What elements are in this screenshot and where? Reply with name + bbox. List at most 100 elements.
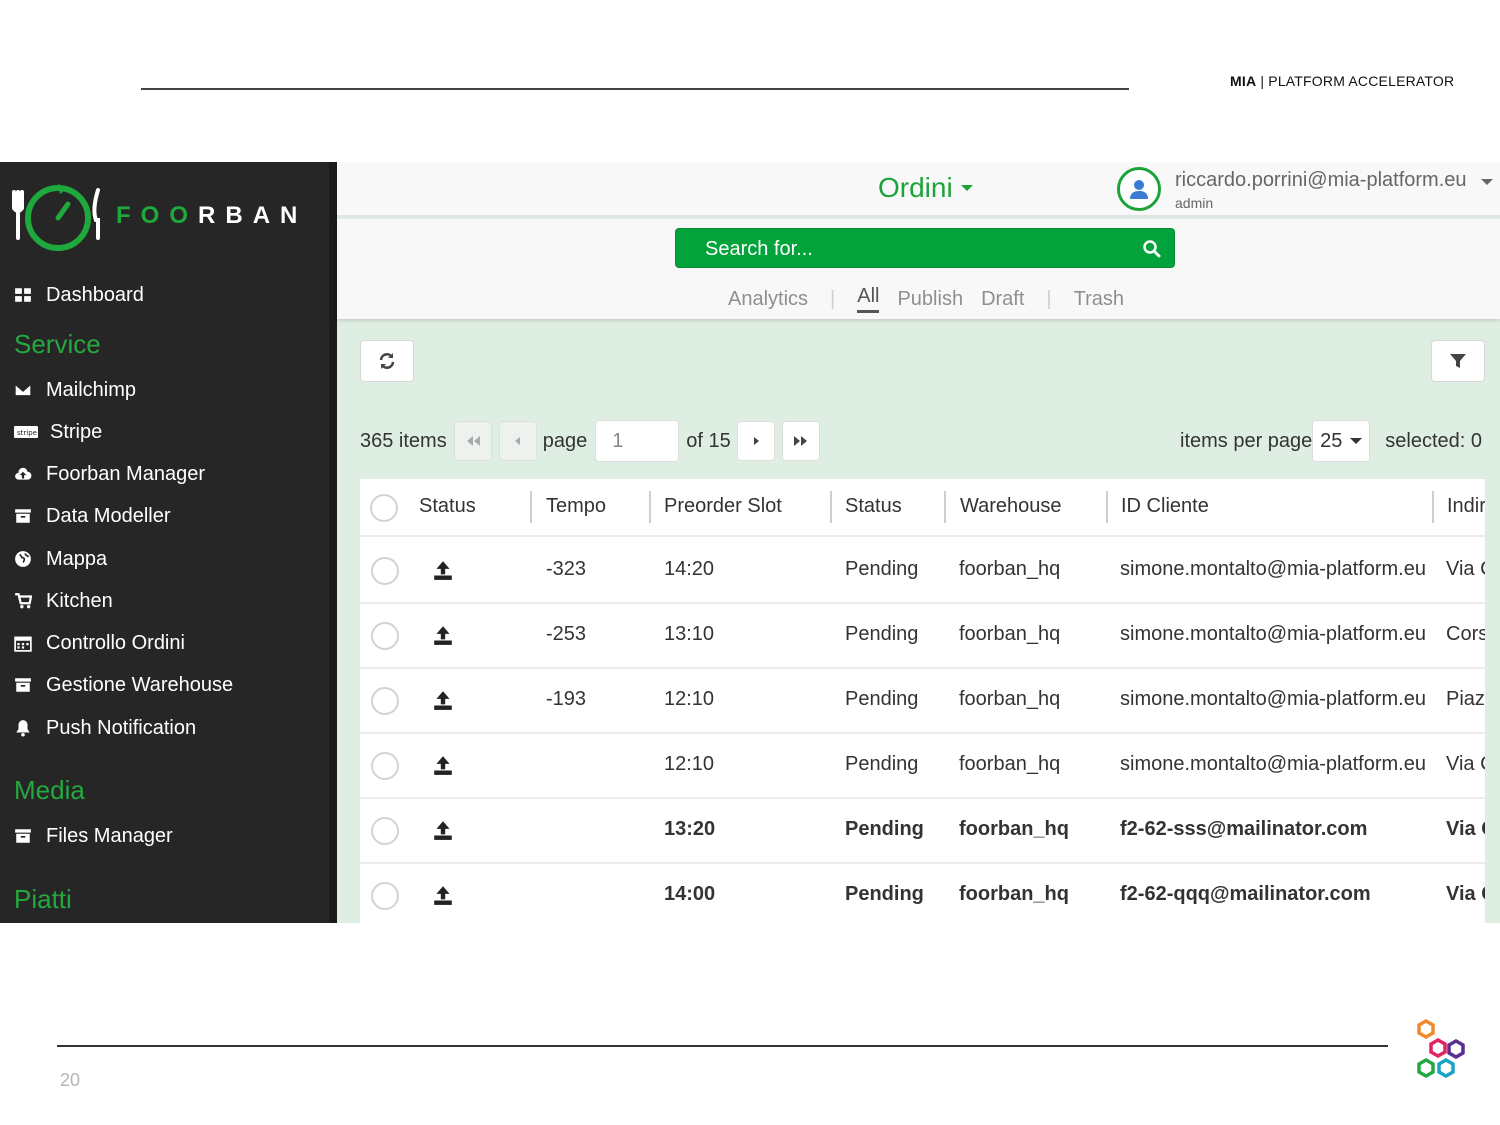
upload-icon[interactable] (432, 559, 454, 581)
refresh-button[interactable] (360, 340, 414, 382)
table-header: Status Tempo Preorder Slot Status Wareho… (360, 479, 1485, 537)
calendar-icon (0, 634, 46, 652)
user-menu-chevron-icon[interactable] (1481, 179, 1493, 185)
next-page-button[interactable] (736, 421, 775, 461)
envelope-icon (0, 381, 46, 399)
cart-icon (0, 592, 46, 610)
column-header[interactable]: Warehouse (960, 495, 1062, 518)
cell-indirizzo: Piaz (1446, 688, 1485, 710)
brand-header: MIA | PLATFORM ACCELERATOR (1230, 73, 1455, 89)
column-resizer[interactable] (1432, 491, 1434, 523)
sidebar-item-controllo-ordini[interactable]: Controllo Ordini (0, 623, 337, 663)
column-header[interactable]: ID Cliente (1121, 495, 1209, 518)
sidebar-scrollbar[interactable] (329, 162, 337, 923)
column-resizer[interactable] (944, 491, 946, 523)
table-row[interactable]: 13:20 Pending foorban_hq f2-62-sss@mailinat… (360, 799, 1485, 864)
search-bar-area: Search for... Analytics | All Publish Dr… (337, 219, 1500, 319)
column-resizer[interactable] (649, 491, 651, 523)
items-count: 365 items (360, 429, 447, 452)
double-chevron-left-icon (466, 436, 480, 446)
search-input[interactable]: Search for... (675, 228, 1175, 268)
cell-indirizzo: Cors (1446, 623, 1485, 645)
tab-trash[interactable]: Trash (1074, 288, 1124, 311)
first-page-button[interactable] (453, 421, 492, 461)
row-select-radio[interactable] (371, 817, 399, 845)
column-resizer[interactable] (830, 491, 832, 523)
table-row[interactable]: -323 14:20 Pending foorban_hq simone.montalt… (360, 539, 1485, 604)
user-email[interactable]: riccardo.porrini@mia-platform.eu (1175, 169, 1467, 192)
cell-status: Pending (845, 558, 919, 580)
sidebar-item-data-modeller[interactable]: Data Modeller (0, 496, 337, 536)
column-resizer[interactable] (1106, 491, 1108, 523)
section-service: Service (14, 329, 101, 359)
search-icon[interactable] (1142, 239, 1162, 259)
sidebar-item-foorban-manager[interactable]: Foorban Manager (0, 454, 337, 494)
table-row[interactable]: -193 12:10 Pending foorban_hq simone.montalt… (360, 669, 1485, 734)
cell-cliente: simone.montalto@mia-platform.eu (1120, 688, 1426, 710)
page-title-dropdown[interactable]: Ordini (878, 172, 973, 204)
sidebar-item-label: Controllo Ordini (46, 631, 185, 654)
page-total: of 15 (686, 429, 731, 452)
upload-icon[interactable] (432, 884, 454, 906)
cell-warehouse: foorban_hq (959, 558, 1061, 580)
column-header[interactable]: Preorder Slot (664, 495, 782, 518)
stripe-icon: stripe (0, 423, 46, 441)
tab-draft[interactable]: Draft (981, 288, 1024, 311)
upload-icon[interactable] (432, 624, 454, 646)
sidebar-item-push-notification[interactable]: Push Notification (0, 708, 337, 748)
cell-cliente: f2-62-qqq@mailinator.com (1120, 883, 1371, 905)
cell-status: Pending (845, 818, 924, 840)
table-row[interactable]: 12:10 Pending foorban_hq simone.montalto@mi… (360, 734, 1485, 799)
pagination: 365 items page 1 of 15 (360, 420, 820, 462)
cell-status: Pending (845, 753, 919, 775)
sidebar-item-mailchimp[interactable]: Mailchimp (0, 370, 337, 410)
row-select-radio[interactable] (371, 687, 399, 715)
sidebar-item-mappa[interactable]: Mappa (0, 539, 337, 579)
prev-page-button[interactable] (498, 421, 537, 461)
tab-publish[interactable]: Publish (897, 288, 963, 311)
filter-button[interactable] (1431, 340, 1485, 382)
sidebar-item-stripe[interactable]: stripe Stripe (0, 412, 337, 452)
archive-icon (0, 507, 46, 525)
upload-icon[interactable] (432, 754, 454, 776)
avatar[interactable] (1117, 167, 1161, 211)
cell-indirizzo: Via C (1446, 818, 1485, 840)
table-row[interactable]: 14:00 Pending foorban_hq f2-62-qqq@mailinat… (360, 864, 1485, 923)
row-select-radio[interactable] (371, 882, 399, 910)
dashboard-icon (0, 286, 46, 304)
app-header: Ordini riccardo.porrini@mia-platform.eu … (337, 162, 1500, 217)
column-resizer[interactable] (530, 491, 532, 523)
row-select-radio[interactable] (371, 557, 399, 585)
sidebar-item-files-manager[interactable]: Files Manager (0, 816, 337, 856)
cell-warehouse: foorban_hq (959, 688, 1061, 710)
upload-icon[interactable] (432, 689, 454, 711)
chevron-right-icon (753, 437, 759, 445)
column-header[interactable]: Tempo (546, 495, 606, 518)
row-select-radio[interactable] (371, 752, 399, 780)
orders-table: Status Tempo Preorder Slot Status Wareho… (360, 479, 1485, 923)
cell-warehouse: foorban_hq (959, 753, 1061, 775)
sidebar-item-label: Stripe (50, 420, 103, 443)
column-header[interactable]: Indir (1447, 495, 1485, 518)
items-per-page-label: items per page (1180, 429, 1313, 452)
last-page-button[interactable] (781, 421, 820, 461)
sidebar-item-gestione-warehouse[interactable]: Gestione Warehouse (0, 665, 337, 705)
page-label: page (542, 429, 588, 452)
table-row[interactable]: -253 13:10 Pending foorban_hq simone.montalt… (360, 604, 1485, 669)
sidebar-item-label: Mappa (46, 547, 108, 570)
top-divider (141, 88, 1129, 90)
column-header[interactable]: Status (845, 495, 902, 518)
sidebar-item-kitchen[interactable]: Kitchen (0, 581, 337, 621)
select-all-radio[interactable] (370, 494, 398, 522)
items-per-page-select[interactable]: 25 (1312, 420, 1371, 462)
cell-slot: 14:00 (664, 883, 716, 905)
column-header[interactable]: Status (419, 495, 476, 518)
upload-icon[interactable] (432, 819, 454, 841)
cell-status: Pending (845, 623, 919, 645)
sidebar-item-dashboard[interactable]: Dashboard (0, 275, 337, 315)
tab-all[interactable]: All (857, 285, 880, 313)
row-select-radio[interactable] (371, 622, 399, 650)
tab-analytics[interactable]: Analytics (728, 288, 808, 311)
globe-icon (0, 550, 46, 568)
page-number-input[interactable]: 1 (595, 420, 680, 462)
